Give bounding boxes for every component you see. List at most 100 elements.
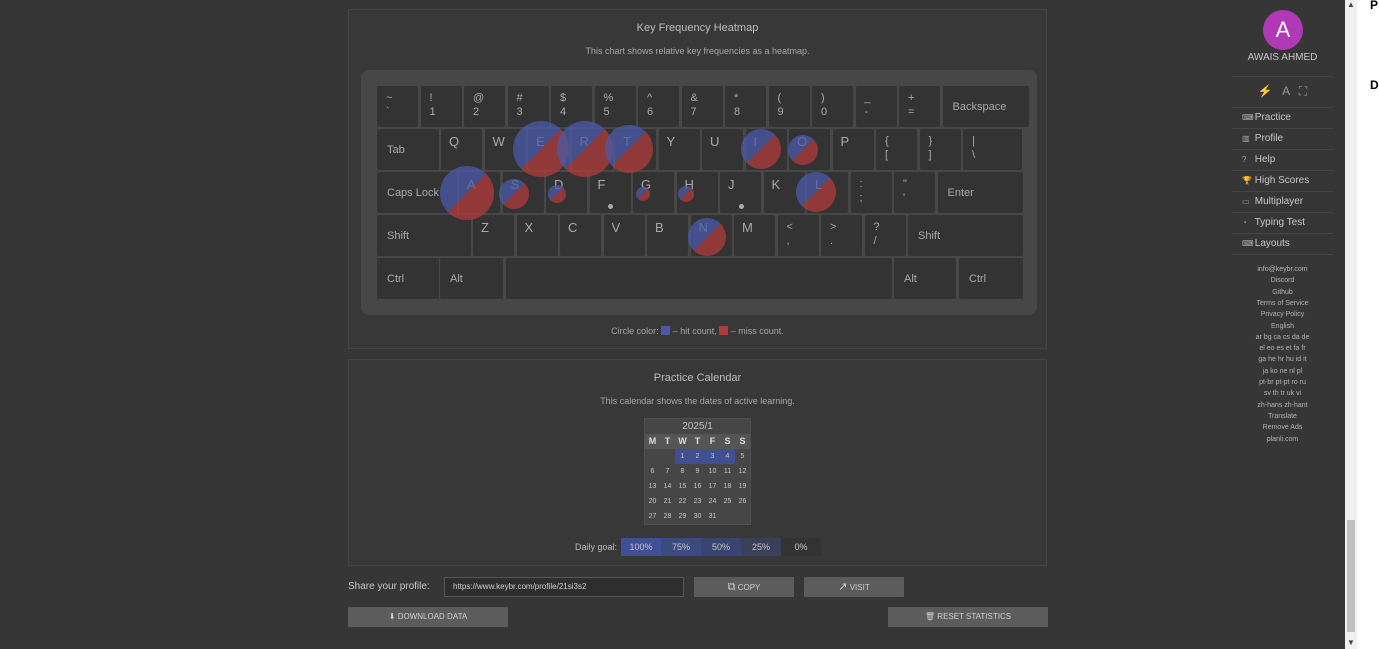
footer-link[interactable]: Privacy Policy: [1232, 309, 1333, 320]
goal-level-4: 0%: [781, 538, 822, 556]
calendar-day: 2: [690, 449, 705, 464]
reset-label: RESET STATISTICS: [937, 612, 1012, 621]
page-scrollbar[interactable]: ▲ ▼: [1345, 0, 1357, 649]
user-name[interactable]: AWAIS AHMED: [1232, 52, 1333, 63]
key-v: V: [603, 215, 645, 256]
nav-item-typing-test[interactable]: ◔ Typing Test: [1232, 212, 1333, 233]
key-9: (9: [768, 86, 810, 127]
key-space: [506, 258, 892, 299]
key-1: ! 1: [420, 86, 462, 127]
nav-item-high-scores[interactable]: 🏆 High Scores: [1232, 170, 1333, 191]
footer-link[interactable]: ga he hr hu id it: [1232, 354, 1333, 365]
key-c: C: [560, 215, 601, 256]
footer-link[interactable]: ja ko ne nl pl: [1232, 366, 1333, 377]
calendar-day: 14: [663, 483, 672, 490]
footer-link[interactable]: zh-hans zh-hant: [1232, 400, 1333, 411]
calendar-day: 29: [678, 513, 687, 520]
goal-level-0: 100%: [621, 538, 662, 556]
calendar-day: 13: [648, 483, 657, 490]
key-capslock: Caps Lock: [377, 172, 457, 213]
nav-item-practice[interactable]: ⌨ Practice: [1232, 107, 1333, 128]
footer-link[interactable]: planli.com: [1232, 434, 1333, 445]
reset-statistics-button[interactable]: 🗑 RESET STATISTICS: [888, 607, 1048, 627]
key-w: W: [484, 129, 526, 170]
font-size-icon[interactable]: A: [1282, 84, 1289, 98]
key-shift-left: Shift: [377, 215, 471, 256]
goal-level-1: 75%: [661, 538, 702, 556]
key-z: Z: [473, 215, 514, 256]
edge-letter-d: D: [1370, 78, 1379, 92]
calendar-day: 30: [693, 513, 702, 520]
calendar-day: [645, 449, 660, 464]
help-icon: ?: [1242, 155, 1247, 164]
daily-goal: Daily goal: 100% 75% 50% 25% 0%: [575, 538, 822, 556]
legend-hit-label: – hit count,: [672, 326, 717, 336]
key-o: O: [789, 129, 830, 170]
key-alt-right: Alt: [894, 258, 956, 299]
key-k: K: [763, 172, 805, 213]
nav-item-profile[interactable]: ▥ Profile: [1232, 128, 1333, 149]
key-y: Y: [658, 129, 700, 170]
calendar-day: [735, 509, 750, 524]
calendar-day: 19: [738, 483, 747, 490]
nav-item-help[interactable]: ? Help: [1232, 149, 1333, 170]
footer-link[interactable]: pt-br pt-pt ro ru: [1232, 377, 1333, 388]
keyboard-heatmap: ~ `! 1 @2 #3 $4% 5 ^ 6 & 7 * 8(9) 0 _ - + = Backspace Tab Q W…: [361, 70, 1037, 315]
calendar-day: 7: [665, 468, 670, 475]
calendar-day: 26: [738, 498, 747, 505]
key-10: ) 0: [812, 86, 853, 127]
footer-link[interactable]: Discord: [1232, 275, 1333, 286]
miss-swatch: [719, 326, 729, 335]
scroll-down-icon[interactable]: ▼: [1347, 638, 1355, 647]
key-e: E: [528, 129, 569, 170]
copy-button[interactable]: ⧉ COPY: [694, 577, 794, 597]
footer-link[interactable]: sv th tr uk vi: [1232, 388, 1333, 399]
nav-item-layouts[interactable]: ⌨ Layouts: [1232, 233, 1333, 254]
key-sym-r4-0: <,: [777, 215, 819, 256]
theme-toggle-icon[interactable]: ⚡: [1258, 84, 1273, 98]
footer-link[interactable]: English: [1232, 321, 1333, 332]
calendar-day: [660, 449, 675, 464]
daily-goal-label: Daily goal:: [575, 542, 618, 552]
footer-link[interactable]: Translate: [1232, 411, 1333, 422]
copy-label: COPY: [737, 583, 761, 592]
calendar-day: 8: [680, 468, 685, 475]
profile-url-input[interactable]: https://www.keybr.com/profile/21si3s2: [444, 577, 684, 597]
key-tab: Tab: [377, 129, 439, 170]
avatar[interactable]: A: [1263, 10, 1303, 50]
nav-label: Layouts: [1252, 238, 1290, 249]
footer-link[interactable]: el eo es et fa fr: [1232, 343, 1333, 354]
edge-letter-p: P: [1370, 0, 1379, 12]
footer-link[interactable]: Terms of Service: [1232, 298, 1333, 309]
scroll-up-icon[interactable]: ▲: [1347, 0, 1355, 9]
fullscreen-icon[interactable]: ⛶: [1299, 84, 1307, 98]
footer-link[interactable]: Remove Ads: [1232, 422, 1333, 433]
calendar-day: 1: [675, 449, 690, 464]
scrollbar-thumb[interactable]: [1347, 520, 1355, 632]
calendar-day: 20: [648, 498, 657, 505]
footer-link[interactable]: ar bg ca cs da de: [1232, 332, 1333, 343]
key-7: & 7: [681, 86, 723, 127]
key-x: X: [516, 215, 558, 256]
heatmap-title: Key Frequency Heatmap: [636, 22, 759, 34]
key-0: ~ `: [377, 86, 418, 127]
key-6: ^ 6: [638, 86, 679, 127]
calendar-day: 4: [720, 449, 735, 464]
calendar-day: 31: [708, 513, 717, 520]
weekday-5: S: [720, 434, 735, 449]
nav-item-multiplayer[interactable]: ▭ Multiplayer: [1232, 191, 1333, 212]
nav-label: Practice: [1252, 112, 1291, 123]
weekday-3: T: [690, 434, 705, 449]
visit-button[interactable]: ↗ VISIT: [804, 577, 904, 597]
key-enter: Enter: [937, 172, 1023, 213]
legend-miss-label: – miss count.: [730, 326, 784, 336]
calendar-day: 10: [708, 468, 717, 475]
footer-link[interactable]: info@keybr.com: [1232, 264, 1333, 275]
footer-link[interactable]: Github: [1232, 287, 1333, 298]
calendar-day: 27: [648, 513, 657, 520]
download-data-button[interactable]: ⬇ DOWNLOAD DATA: [348, 607, 508, 627]
calendar-day: 25: [723, 498, 732, 505]
download-label: DOWNLOAD DATA: [397, 612, 468, 621]
hit-swatch: [661, 326, 671, 335]
calendar-day: 11: [723, 468, 732, 475]
